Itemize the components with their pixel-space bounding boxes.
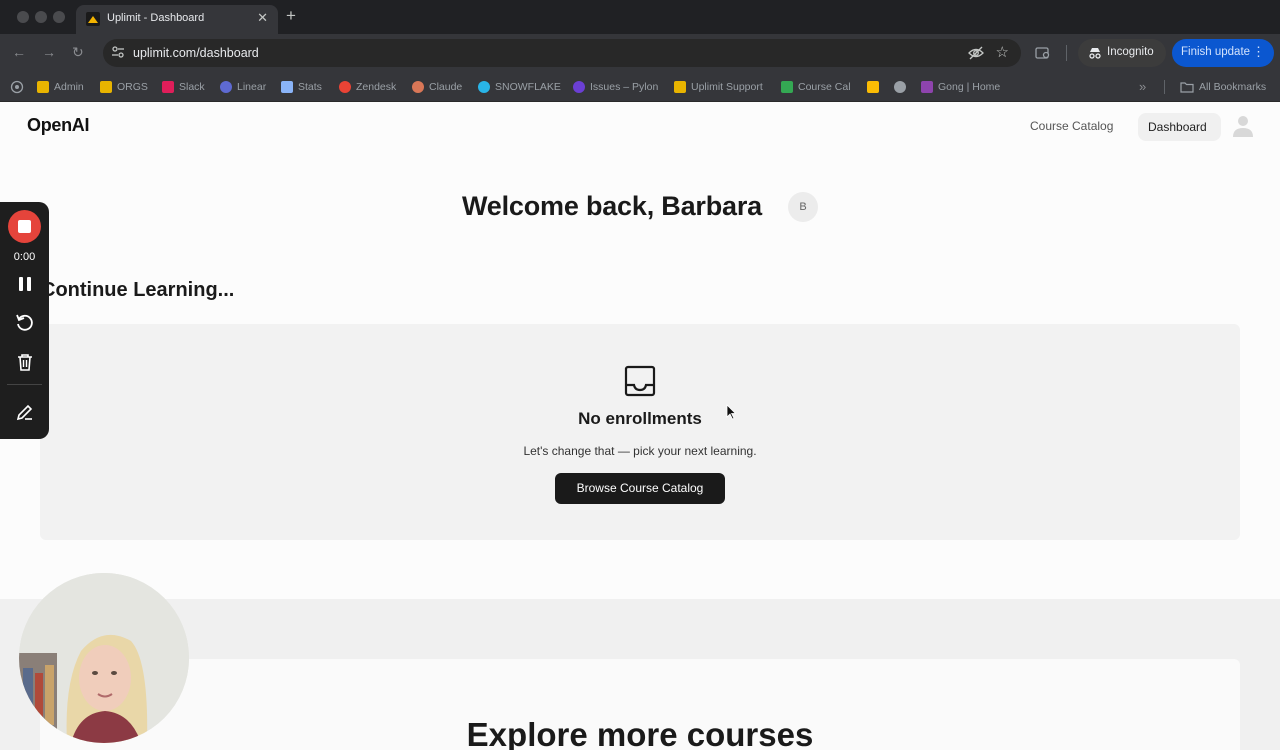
bookmark-linear[interactable]: Linear [220,78,266,96]
bookmark-label: Admin [54,81,84,93]
bookmark-favicon-icon [100,81,112,93]
window-minimize-dot[interactable] [35,11,47,23]
bookmark-favicon-icon [37,81,49,93]
explore-heading: Explore more courses [466,716,814,750]
uplimit-icon [674,81,686,93]
url-text[interactable]: uplimit.com/dashboard [133,46,259,60]
nav-dashboard-label: Dashboard [1148,120,1207,134]
window-zoom-dot[interactable] [53,11,65,23]
browser-menu-icon[interactable]: ⋮ [1252,44,1265,60]
bookmarks-overflow-icon[interactable]: » [1139,79,1146,94]
back-button[interactable]: ← [12,44,26,60]
folder-icon [1180,82,1194,93]
uplimit-favicon-icon [86,12,100,26]
reload-button[interactable]: ↻ [72,44,84,61]
enrollments-empty-state [40,324,1240,540]
bookmark-zendesk[interactable]: Zendesk [339,78,396,96]
gong-icon [921,81,933,93]
restart-icon[interactable] [15,313,35,333]
bookmark-star-icon[interactable]: ☆ [996,43,1009,61]
bookmark-orgs[interactable]: ORGS [100,78,148,96]
webcam-video-icon [19,573,189,743]
bookmark-gong[interactable]: Gong | Home [921,78,1000,96]
github-icon [894,81,906,93]
bookmark-label: ORGS [117,81,148,93]
bookmark-course-cal[interactable]: Course Cal [781,78,851,96]
bookmark-label: Zendesk [356,81,397,93]
incognito-icon [1089,48,1101,59]
tab-search-icon[interactable] [1035,45,1051,61]
claude-icon [412,81,424,93]
slack-icon [162,81,174,93]
tab-close-icon[interactable]: ✕ [257,10,268,26]
browser-tab-strip: Uplimit - Dashboard ✕ + [0,0,1280,34]
continue-learning-heading: Continue Learning... [41,279,235,301]
pause-icon[interactable] [15,274,35,294]
site-settings-icon[interactable] [111,45,125,59]
bookmark-drive[interactable] [867,78,879,96]
empty-state-subtitle: Let's change that — pick your next learn… [523,444,757,458]
bookmark-issues-pylon[interactable]: Issues – Pylon [573,78,658,96]
bookmark-stats[interactable]: Stats [281,78,322,96]
inbox-icon [624,365,656,397]
bookmark-label: Course Cal [798,81,851,93]
pylon-icon [573,81,585,93]
bookmark-label: SNOWFLAKE [495,81,561,93]
sheets-icon [781,81,793,93]
recording-timer: 0:00 [13,251,36,263]
bookmark-label: Linear [237,81,267,93]
bookmark-label: Uplimit Support [691,81,763,93]
eye-off-icon[interactable] [968,45,984,61]
bookmark-label: Slack [179,81,205,93]
bookmark-label: Issues – Pylon [590,81,659,93]
draw-pen-icon[interactable] [15,402,35,422]
bookmark-uplimit-support[interactable]: Uplimit Support [674,78,763,96]
address-bar[interactable]: uplimit.com/dashboard ☆ [103,39,1021,67]
recorder-divider [7,384,42,385]
nav-dashboard[interactable]: Dashboard [1138,113,1221,141]
webcam-bubble[interactable] [19,573,189,743]
trash-icon[interactable] [15,352,35,372]
stop-recording-button[interactable] [8,210,41,243]
all-bookmarks[interactable]: All Bookmarks [1180,78,1266,96]
google-icon [339,81,351,93]
incognito-indicator[interactable]: Incognito [1078,39,1166,67]
bookmarks-bar: Admin ORGS Slack Linear Stats Zendesk Cl… [0,72,1280,102]
avatar[interactable]: B [788,192,818,222]
bookmark-claude[interactable]: Claude [412,78,462,96]
all-bookmarks-label: All Bookmarks [1199,81,1267,93]
finish-update-label: Finish update [1181,46,1251,58]
empty-state-title: No enrollments [578,409,702,428]
window-close-dot[interactable] [17,11,29,23]
recorder-toolbar: 0:00 [0,202,49,439]
user-avatar-icon[interactable] [1232,114,1254,138]
bookmark-label: Claude [429,81,463,93]
stats-icon [281,81,293,93]
google-drive-icon [867,81,879,93]
browser-toolbar: ← → ↻ uplimit.com/dashboard ☆ Incognito … [0,34,1280,72]
bookmarks-divider [1164,80,1165,94]
toolbar-divider [1066,45,1067,61]
nav-course-catalog[interactable]: Course Catalog [1030,119,1113,133]
browse-course-catalog-button[interactable]: Browse Course Catalog [555,473,725,504]
linear-icon [220,81,232,93]
active-tab[interactable]: Uplimit - Dashboard ✕ [76,5,278,34]
bookmark-admin[interactable]: Admin [37,78,84,96]
page-title: Welcome back, Barbara [462,191,762,221]
bookmark-github[interactable] [894,78,906,96]
snowflake-icon [478,81,490,93]
finish-update-button[interactable]: Finish update ⋮ [1172,39,1274,67]
bookmark-slack[interactable]: Slack [162,78,205,96]
site-logo[interactable]: OpenAI [27,115,90,136]
apps-grid-icon[interactable] [10,80,24,94]
mouse-cursor-icon [726,404,736,420]
tab-title: Uplimit - Dashboard [107,12,205,24]
incognito-label: Incognito [1107,46,1154,58]
new-tab-button[interactable]: + [286,6,296,26]
forward-button[interactable]: → [42,44,56,60]
bookmark-label: Gong | Home [938,81,1001,93]
bookmark-label: Stats [298,81,322,93]
bookmark-snowflake[interactable]: SNOWFLAKE [478,78,561,96]
